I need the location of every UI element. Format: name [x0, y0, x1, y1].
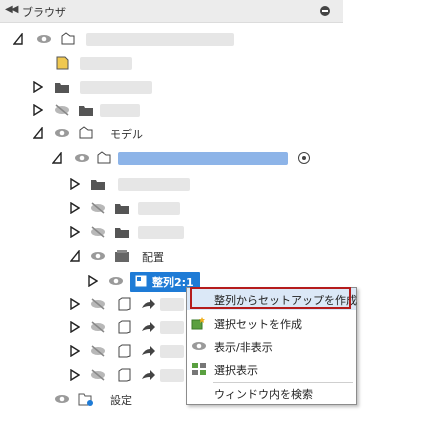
eye-icon[interactable]: [36, 32, 52, 46]
selection-set-icon: [191, 316, 207, 330]
folder-icon: [114, 225, 130, 239]
highlight-annotation-box: [190, 287, 351, 309]
collapsed-triangle-icon[interactable]: [88, 274, 99, 288]
eye-hidden-icon[interactable]: [90, 297, 106, 311]
collapse-panel-icon[interactable]: ◀◀: [5, 4, 18, 15]
tree-row[interactable]: [0, 197, 343, 219]
eye-hidden-icon[interactable]: [54, 103, 70, 117]
collapsed-triangle-icon[interactable]: [33, 103, 44, 117]
tree-row-component[interactable]: [0, 147, 343, 169]
collapsed-triangle-icon[interactable]: [70, 320, 81, 334]
tree-row-model[interactable]: モデル: [0, 122, 343, 144]
menu-item-show-hide[interactable]: 表示/非表示: [187, 335, 356, 357]
tree-row[interactable]: [0, 99, 343, 121]
arrow-icon: [140, 368, 156, 382]
redacted-name: [118, 152, 288, 165]
redacted-name: [138, 226, 184, 239]
nest-icon: [134, 274, 150, 288]
tree-row[interactable]: [0, 293, 186, 315]
tree-row[interactable]: [0, 364, 186, 386]
redacted-name: [80, 57, 132, 70]
eye-icon[interactable]: [54, 392, 70, 406]
setup-stock-icon: [116, 368, 132, 382]
tree-row-layout[interactable]: 配置: [0, 245, 343, 267]
tree-label-layout: 配置: [142, 251, 164, 264]
tree-row[interactable]: [0, 52, 343, 74]
folder-icon: [114, 201, 130, 215]
eye-hidden-icon[interactable]: [90, 320, 106, 334]
menu-item-create-selection-set[interactable]: 選択セットを作成: [187, 312, 356, 334]
menu-item-selection-display[interactable]: 選択表示: [187, 358, 356, 380]
expanded-triangle-icon[interactable]: [51, 151, 62, 164]
tree-row[interactable]: [0, 316, 186, 338]
redacted-name: [138, 202, 180, 215]
tree-row[interactable]: [0, 76, 343, 98]
folder-icon: [78, 103, 94, 117]
eye-icon[interactable]: [108, 274, 124, 288]
tree-label-model: モデル: [110, 128, 143, 141]
eye-hidden-icon[interactable]: [90, 225, 106, 239]
redacted-name: [160, 369, 184, 382]
collapsed-triangle-icon[interactable]: [70, 368, 81, 382]
eye-hidden-icon[interactable]: [90, 344, 106, 358]
tree-row[interactable]: [0, 173, 343, 195]
eye-icon: [191, 339, 207, 353]
collapsed-triangle-icon[interactable]: [70, 201, 81, 215]
tree-row[interactable]: [0, 221, 343, 243]
collapsed-triangle-icon[interactable]: [33, 80, 44, 94]
redacted-name: [160, 298, 184, 311]
grid-select-icon: [191, 362, 207, 376]
settings-folder-icon: [78, 392, 94, 406]
collapsed-triangle-icon[interactable]: [70, 344, 81, 358]
eye-icon[interactable]: [54, 126, 70, 140]
eye-icon[interactable]: [74, 151, 90, 165]
component-icon: [78, 126, 94, 140]
tree-row-root[interactable]: [0, 28, 343, 50]
activate-radio-icon[interactable]: [298, 152, 310, 164]
collapsed-triangle-icon[interactable]: [70, 297, 81, 311]
folder-icon: [54, 80, 70, 94]
menu-separator: [213, 382, 353, 383]
expanded-triangle-icon[interactable]: [69, 249, 80, 262]
redacted-name: [160, 345, 184, 358]
collapsed-triangle-icon[interactable]: [70, 225, 81, 239]
setup-stock-icon: [116, 297, 132, 311]
tree-row[interactable]: [0, 340, 186, 362]
setup-stock-icon: [116, 344, 132, 358]
menu-item-find-in-window[interactable]: ウィンドウ内を検索: [187, 384, 356, 404]
redacted-name: [118, 178, 190, 191]
layout-icon: [114, 249, 130, 263]
redacted-name: [160, 321, 184, 334]
browser-header: ◀◀ ブラウザ: [0, 0, 343, 23]
eye-icon[interactable]: [90, 249, 106, 263]
component-icon: [60, 32, 76, 46]
document-icon: [54, 56, 70, 70]
minimize-icon[interactable]: [320, 6, 330, 16]
folder-icon: [90, 177, 106, 191]
arrow-icon: [140, 320, 156, 334]
panel-title: ブラウザ: [22, 6, 66, 19]
redacted-name: [100, 104, 140, 117]
expanded-triangle-icon[interactable]: [12, 32, 23, 45]
arrow-icon: [140, 344, 156, 358]
collapsed-triangle-icon[interactable]: [70, 177, 81, 191]
redacted-name: [80, 81, 152, 94]
expanded-triangle-icon[interactable]: [32, 126, 43, 139]
component-icon: [96, 151, 112, 165]
arrow-icon: [140, 297, 156, 311]
setup-stock-icon: [116, 320, 132, 334]
tree-row-settings[interactable]: 設定: [0, 388, 186, 410]
redacted-name: [86, 33, 234, 46]
tree-label-settings: 設定: [110, 394, 132, 407]
eye-hidden-icon[interactable]: [90, 368, 106, 382]
eye-hidden-icon[interactable]: [90, 201, 106, 215]
